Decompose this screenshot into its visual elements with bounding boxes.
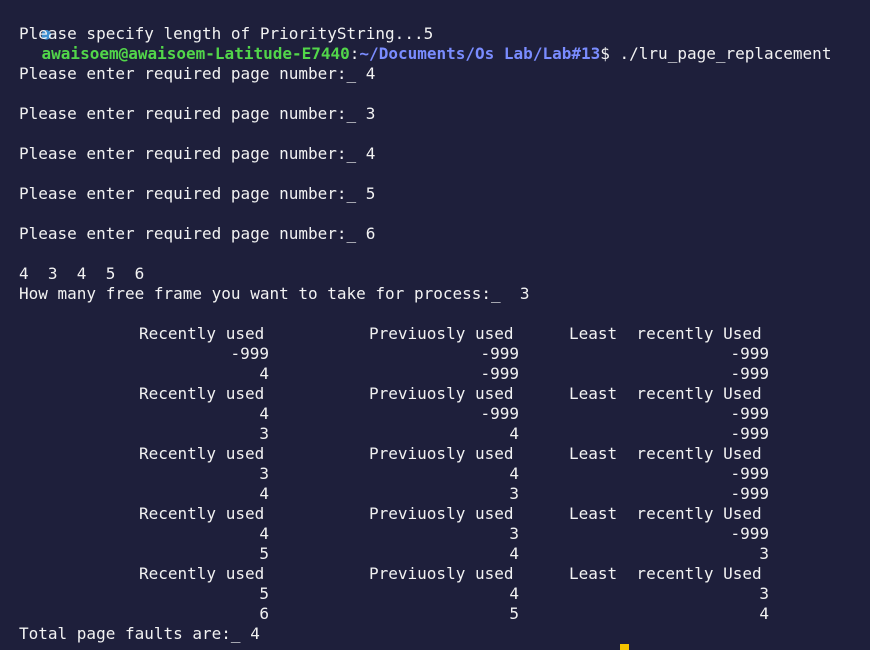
prompt-line: ● awaisoem@awaisoem-Latitude-E7440:~/Doc… <box>3 4 832 63</box>
frame-value-cell: -999 <box>730 484 769 503</box>
header-recently-used: Recently used <box>139 564 265 583</box>
frame-value-cell: 3 <box>509 484 519 503</box>
frame-value-cell: 3 <box>259 464 269 483</box>
frame-value-cell: 4 <box>509 544 519 563</box>
frame-value-cell: 3 <box>509 524 519 543</box>
frame-value-cell: 5 <box>259 544 269 563</box>
frame-value-cell: 3 <box>259 424 269 443</box>
frame-value-cell: 6 <box>259 604 269 623</box>
frame-value-cell: 4 <box>509 464 519 483</box>
header-least-recently-used: Least recently Used <box>569 384 762 403</box>
frames-prompt: How many free frame you want to take for… <box>19 284 530 303</box>
header-previously-used: Previuosly used <box>369 504 514 523</box>
header-previously-used: Previuosly used <box>369 384 514 403</box>
header-recently-used: Recently used <box>139 384 265 403</box>
header-least-recently-used: Least recently Used <box>569 324 762 343</box>
page-prompt-2: Please enter required page number:_ 3 <box>19 104 376 123</box>
frame-value-cell: 3 <box>759 544 769 563</box>
frame-value-cell: -999 <box>730 524 769 543</box>
frame-value-cell: 4 <box>509 584 519 603</box>
prompt-user-host: awaisoem@awaisoem-Latitude-E7440 <box>41 44 350 63</box>
frame-value-cell: 4 <box>509 424 519 443</box>
terminal-cursor <box>620 644 629 650</box>
frame-value-cell: 5 <box>509 604 519 623</box>
page-prompt-3: Please enter required page number:_ 4 <box>19 144 376 163</box>
header-least-recently-used: Least recently Used <box>569 504 762 523</box>
frame-value-cell: -999 <box>730 424 769 443</box>
frame-value-cell: 4 <box>259 404 269 423</box>
frame-value-cell: -999 <box>480 364 519 383</box>
header-least-recently-used: Least recently Used <box>569 564 762 583</box>
frame-value-cell: 4 <box>259 524 269 543</box>
frame-value-cell: -999 <box>730 404 769 423</box>
frame-value-cell: 4 <box>759 604 769 623</box>
frame-value-cell: -999 <box>230 344 269 363</box>
header-recently-used: Recently used <box>139 324 265 343</box>
page-prompt-5: Please enter required page number:_ 6 <box>19 224 376 243</box>
header-previously-used: Previuosly used <box>369 444 514 463</box>
terminal-window[interactable]: ● awaisoem@awaisoem-Latitude-E7440:~/Doc… <box>0 0 870 650</box>
frame-value-cell: 5 <box>259 584 269 603</box>
page-prompt-1: Please enter required page number:_ 4 <box>19 64 376 83</box>
prompt-command: ./lru_page_replacement <box>609 44 832 63</box>
header-recently-used: Recently used <box>139 444 265 463</box>
header-previously-used: Previuosly used <box>369 564 514 583</box>
frame-value-cell: -999 <box>480 404 519 423</box>
prompt-path: ~/Documents/Os Lab/Lab#13 <box>359 44 601 63</box>
header-previously-used: Previuosly used <box>369 324 514 343</box>
total-faults: Total page faults are:_ 4 <box>19 624 260 643</box>
frame-value-cell: -999 <box>730 364 769 383</box>
prompt-colon: : <box>349 44 360 63</box>
prompt-symbol: $ <box>600 44 610 63</box>
frame-value-cell: 4 <box>259 364 269 383</box>
frame-value-cell: 3 <box>759 584 769 603</box>
frame-value-cell: -999 <box>480 344 519 363</box>
page-prompt-4: Please enter required page number:_ 5 <box>19 184 376 203</box>
frame-value-cell: -999 <box>730 344 769 363</box>
page-sequence: 4 3 4 5 6 <box>19 264 145 283</box>
header-least-recently-used: Least recently Used <box>569 444 762 463</box>
header-recently-used: Recently used <box>139 504 265 523</box>
length-prompt: Please specify length of PriorityString.… <box>19 24 434 43</box>
frame-value-cell: -999 <box>730 464 769 483</box>
frame-value-cell: 4 <box>259 484 269 503</box>
